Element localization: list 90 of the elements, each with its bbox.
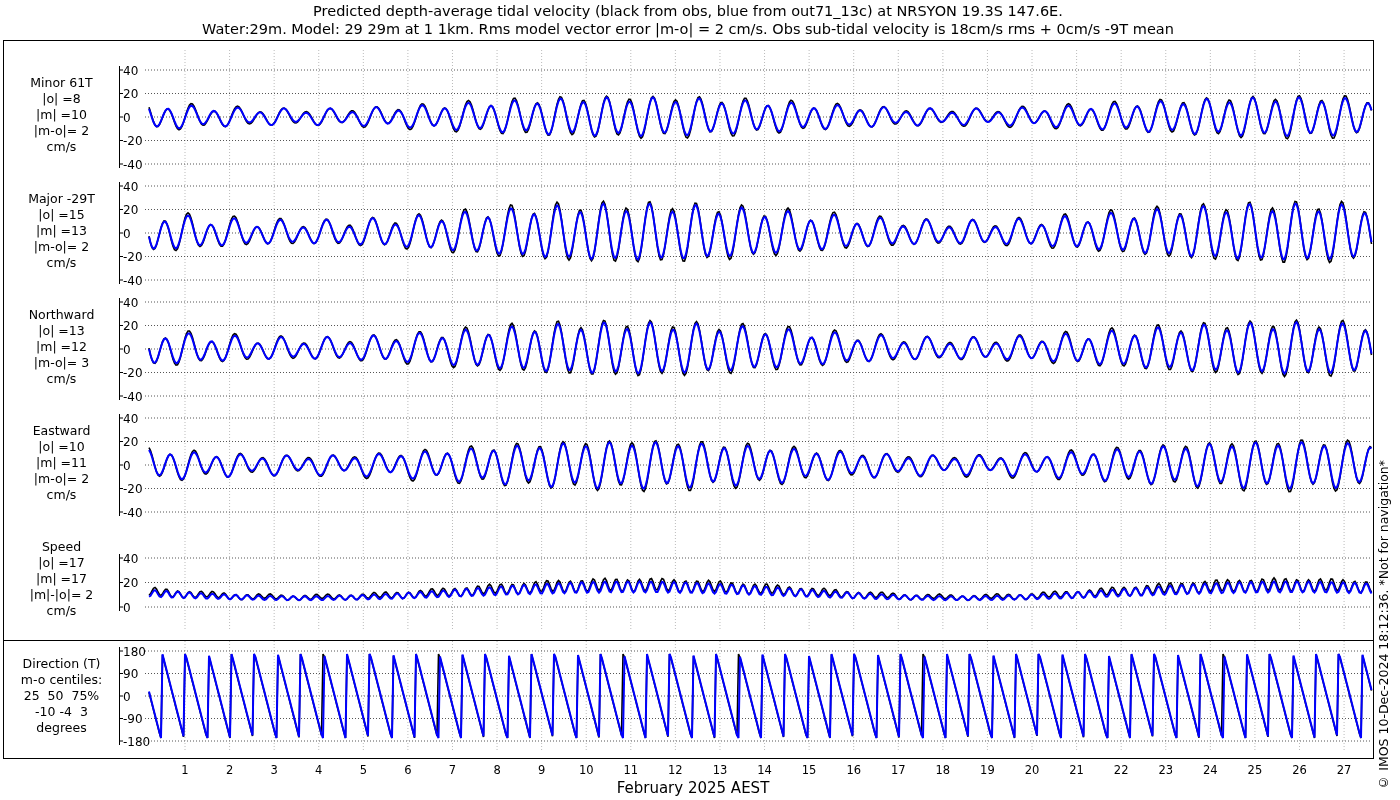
panel-label: 25 50 75% [23,688,100,704]
tick-label: 24 [1203,763,1218,777]
panel-label: |o| =15 [38,207,85,223]
tick-label: 40 [123,411,139,426]
panel-label: cm/s [46,371,77,387]
tick-label: 18 [935,763,951,777]
tick-label: -180 [123,734,151,749]
panel-label: |o| =10 [38,439,85,455]
tick-label: 8 [493,763,501,777]
tick-label: 6 [404,763,412,777]
tick-label: 40 [123,63,139,78]
tick-label: 0 [123,110,131,125]
tick-label: 4 [315,763,323,777]
panel-label: cm/s [46,487,77,503]
panel-label: |o| =17 [38,555,85,571]
tick-label: -40 [123,273,143,288]
tick-label: 0 [123,600,131,615]
panel-label: |o| =13 [38,323,85,339]
tick-label: 7 [448,763,457,777]
tick-label: 20 [123,435,139,449]
panel-label: |m-o|= 2 [33,471,90,487]
tick-label: 16 [846,763,861,777]
tick-label: 1 [181,763,189,777]
axis-label: February 2025 AEST [615,779,771,797]
tick-label: 0 [123,342,131,357]
tick-label: 17 [890,763,906,777]
tick-label: 2 [225,763,234,777]
tick-label: 25 [1247,763,1263,777]
panel-label: Eastward [32,423,91,439]
chart-title: Water:29m. Model: 29 29m at 1 1km. Rms model vector error |m-o| = 2 cm/s. Obs sub-tidal velocity is 18cm/s rms + 0cm/s -9T mean [202,20,1174,38]
tick-label: 5 [359,763,367,777]
panel-label: m-o centiles: [20,672,103,688]
tick-label: 21 [1069,763,1084,777]
tick-label: 3 [270,763,278,777]
tick-label: -40 [123,389,143,404]
tick-label: 20 [123,576,139,590]
panel-label: cm/s [46,255,77,271]
tick-label: -20 [123,250,143,264]
panel-label: Speed [41,539,82,555]
tick-label: -20 [123,366,143,380]
tick-label: 40 [123,551,139,566]
panel-label: Major -29T [28,191,95,207]
credit-text: © IMOS 10-Dec-2024 18:12:36. *Not for navigation* [1376,460,1391,790]
panel-label: cm/s [46,603,77,619]
panel-label: Northward [28,307,95,323]
panel-label: Minor 61T [30,75,93,91]
tick-label: -40 [123,157,143,172]
tick-label: -90 [123,712,143,726]
tick-label: 10 [578,763,594,777]
panel-label: |m| =13 [36,223,87,239]
tick-label: 40 [123,295,139,310]
tick-label: 40 [123,179,139,194]
panel-label: |m| =12 [36,339,87,355]
panel-label: degrees [36,720,87,736]
panel-label: |m| =17 [36,571,87,587]
panel-label: |o| =8 [42,91,81,107]
tick-label: 20 [123,203,139,217]
tick-label: 180 [123,644,146,659]
tick-label: 0 [123,458,131,473]
tick-label: 27 [1336,763,1352,777]
panel-label: Direction (T) [22,656,101,672]
tick-label: 9 [538,763,546,777]
tick-label: 19 [980,763,995,777]
panel-label: |m| =10 [36,107,87,123]
panel-label: |m-o|= 2 [33,239,90,255]
tick-label: 13 [712,763,728,777]
panel-label: |m| =11 [36,455,87,471]
tick-label: 20 [123,87,139,101]
tick-label: 20 [123,319,139,333]
tick-label: 0 [123,226,131,241]
tick-label: -40 [123,505,143,520]
tick-label: 23 [1158,763,1174,777]
tick-label: 90 [123,667,139,681]
tick-label: 14 [757,763,772,777]
tick-label: 20 [1024,763,1040,777]
y-axis [118,553,124,612]
chart-title: Predicted depth-average tidal velocity (black from obs, blue from out71_13c) at NRSYON 19.3S 147.6E. [313,2,1063,20]
tick-label: 15 [801,763,817,777]
tick-label: -20 [123,134,143,148]
panel-label: |m-o|= 3 [33,355,90,371]
panel-label: |m-o|= 2 [33,123,90,139]
tick-label: -20 [123,482,143,496]
panel-label: -10 -4 3 [35,704,88,720]
tick-label: 11 [623,763,639,777]
panel-label: cm/s [46,139,77,155]
tick-label: 22 [1113,763,1129,777]
panel-label: |m|-|o|= 2 [29,587,94,603]
tick-label: 0 [123,689,131,704]
tick-label: 12 [668,763,683,777]
tick-label: 26 [1292,763,1307,777]
